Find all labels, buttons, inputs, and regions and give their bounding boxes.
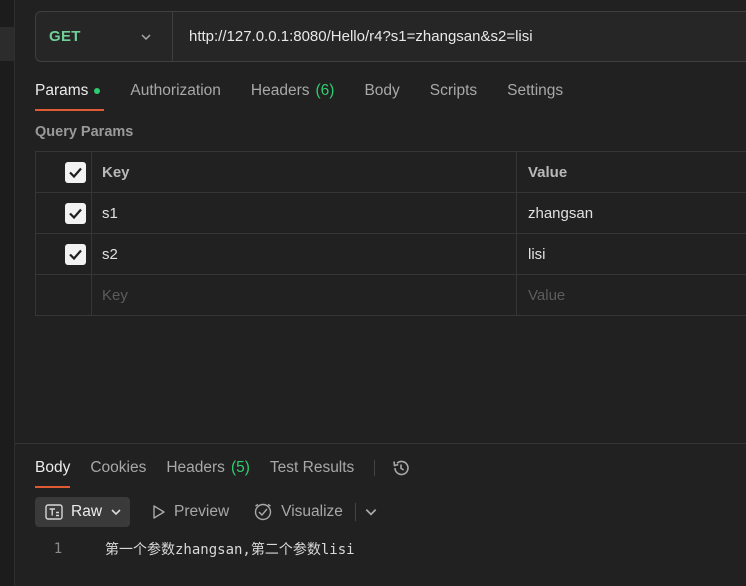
tab-headers-label: Headers (250, 82, 310, 99)
tab-params[interactable]: Params (35, 80, 105, 111)
tab-settings[interactable]: Settings (507, 80, 563, 102)
chevron-down-icon (111, 509, 121, 516)
params-active-dot-icon (94, 88, 101, 94)
method-label: GET (49, 28, 81, 45)
row-checkbox-cell (35, 192, 92, 234)
method-select[interactable]: GET (36, 12, 173, 61)
param-value-cell[interactable]: lisi (516, 233, 746, 275)
visualize-icon (254, 503, 272, 521)
checkmark-icon (69, 167, 82, 178)
tab-body-label: Body (364, 82, 400, 99)
query-params-title: Query Params (35, 124, 134, 140)
left-sidebar-strip (0, 0, 15, 586)
response-tab-headers-count: (5) (230, 459, 250, 476)
preview-label: Preview (174, 503, 230, 520)
table-header-row: Key Value (35, 151, 746, 193)
header-checkbox-cell (35, 151, 92, 193)
response-tab-body[interactable]: Body (35, 459, 71, 488)
row-checkbox[interactable] (65, 243, 86, 265)
line-number: 1 (53, 541, 63, 557)
tab-headers[interactable]: Headers (6) (251, 80, 335, 102)
format-label: Raw (71, 503, 103, 520)
response-panel: Body Cookies Headers (5) Test Results Ra… (15, 443, 746, 586)
text-format-icon (45, 504, 63, 520)
response-tab-headers-label: Headers (166, 459, 225, 476)
request-tabs: Params Authorization Headers (6) Body Sc… (35, 80, 593, 112)
tab-authorization[interactable]: Authorization (130, 80, 220, 102)
tab-divider (374, 460, 376, 476)
chevron-down-icon[interactable] (364, 505, 378, 519)
history-icon[interactable] (391, 458, 411, 478)
chevron-down-icon (141, 34, 151, 41)
play-icon (153, 505, 165, 519)
param-key-cell[interactable]: s2 (91, 233, 517, 275)
visualize-button[interactable]: Visualize (253, 502, 343, 522)
param-value-cell[interactable]: zhangsan (516, 192, 746, 234)
response-body-text[interactable]: 第一个参数zhangsan,第二个参数lisi (105, 539, 355, 559)
empty-checkbox-cell (35, 274, 92, 316)
tab-headers-count: (6) (315, 82, 335, 99)
new-key-input[interactable]: Key (91, 274, 517, 316)
url-input[interactable]: http://127.0.0.1:8080/Hello/r4?s1=zhangs… (173, 12, 746, 61)
row-checkbox-cell (35, 233, 92, 275)
tab-params-label: Params (35, 82, 89, 99)
table-row-empty: Key Value (35, 274, 746, 316)
response-tab-body-label: Body (35, 459, 71, 476)
format-select-button[interactable]: Raw (35, 497, 131, 527)
new-value-input[interactable]: Value (516, 274, 746, 316)
table-row: s1 zhangsan (35, 192, 746, 234)
response-body-line: 1 第一个参数zhangsan,第二个参数lisi (35, 539, 355, 559)
sidebar-selected-item[interactable] (0, 27, 14, 61)
tab-scripts-label: Scripts (429, 82, 478, 99)
visualize-label: Visualize (281, 503, 343, 520)
response-tab-headers[interactable]: Headers (5) (166, 459, 250, 477)
param-key-cell[interactable]: s1 (91, 192, 517, 234)
tab-body[interactable]: Body (364, 80, 399, 102)
response-tab-test-results-label: Test Results (269, 459, 355, 476)
key-column-header: Key (91, 151, 517, 193)
tab-scripts[interactable]: Scripts (430, 80, 477, 102)
response-tabs: Body Cookies Headers (5) Test Results (35, 458, 411, 488)
preview-button[interactable]: Preview (152, 503, 229, 521)
tab-authorization-label: Authorization (130, 82, 221, 99)
query-params-table: Key Value s1 zhangsan s2 lisi Key Value (35, 151, 746, 316)
response-tab-cookies[interactable]: Cookies (90, 459, 146, 477)
row-checkbox[interactable] (65, 202, 86, 224)
response-toolbar: Raw Preview Visualize (35, 497, 378, 527)
tab-settings-label: Settings (507, 82, 564, 99)
value-column-header: Value (516, 151, 746, 193)
toolbar-divider (354, 503, 356, 521)
response-tab-test-results[interactable]: Test Results (270, 459, 354, 477)
checkmark-icon (69, 249, 82, 260)
response-tab-cookies-label: Cookies (90, 459, 147, 476)
request-url-bar: GET http://127.0.0.1:8080/Hello/r4?s1=zh… (35, 11, 746, 62)
table-row: s2 lisi (35, 233, 746, 275)
select-all-checkbox[interactable] (65, 161, 86, 183)
checkmark-icon (69, 208, 82, 219)
